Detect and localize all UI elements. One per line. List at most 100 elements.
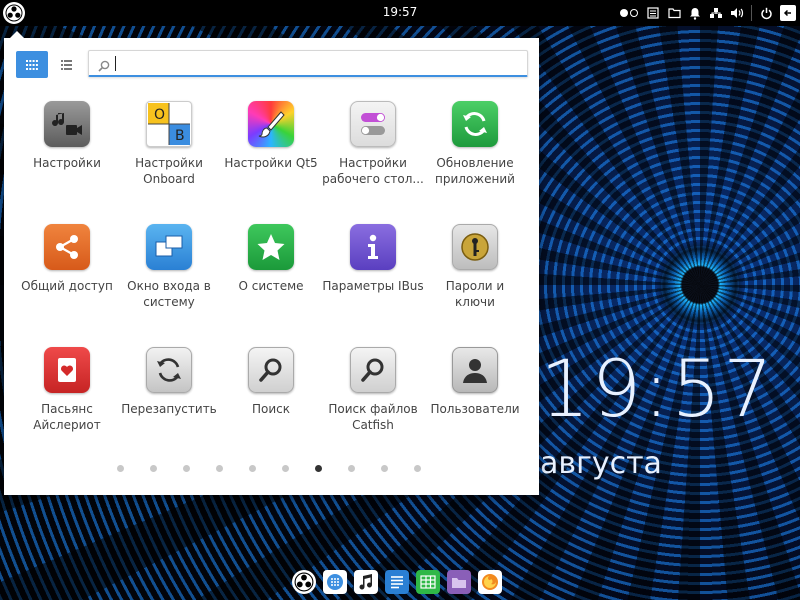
catfish-search-icon xyxy=(350,347,396,393)
update-arrows-icon xyxy=(452,101,498,147)
list-view-button[interactable] xyxy=(54,51,78,78)
search-icon xyxy=(98,57,110,76)
dock-firefox[interactable] xyxy=(478,570,502,594)
app-label: Поиск файлов Catfish xyxy=(328,402,418,432)
page-indicator xyxy=(117,465,421,472)
page-dot[interactable] xyxy=(150,465,157,472)
app-tile-aisleriot[interactable]: Пасьянс Айслериот xyxy=(16,347,118,457)
page-dot[interactable] xyxy=(216,465,223,472)
share-icon xyxy=(44,224,90,270)
app-tile-restart[interactable]: Перезапустить xyxy=(118,347,220,457)
keyring-icon xyxy=(452,224,498,270)
power-icon[interactable] xyxy=(759,6,773,20)
notification-bell-icon[interactable] xyxy=(688,6,702,20)
star-icon xyxy=(248,224,294,270)
system-tray xyxy=(619,3,796,23)
restart-icon xyxy=(146,347,192,393)
search-input[interactable] xyxy=(115,54,515,73)
network-icon[interactable] xyxy=(709,6,723,20)
app-tile-settings[interactable]: Настройки xyxy=(16,101,118,211)
firefox-icon xyxy=(482,574,498,590)
folder-icon[interactable] xyxy=(667,6,681,20)
app-tile-about-system[interactable]: О системе xyxy=(220,224,322,334)
start-menu-icon xyxy=(5,4,23,22)
page-dot[interactable] xyxy=(381,465,388,472)
start-menu-button[interactable] xyxy=(3,2,25,24)
desktop-clock: 19:57 xyxy=(540,345,775,435)
dock xyxy=(292,570,502,596)
show-desktop-icon[interactable] xyxy=(780,5,796,21)
svg-text:B: B xyxy=(175,128,185,144)
spreadsheet-icon xyxy=(420,575,436,589)
onboard-keyboard-icon: OB xyxy=(146,101,192,147)
music-icon xyxy=(359,574,372,590)
card-heart-icon xyxy=(44,347,90,393)
dock-text-editor[interactable] xyxy=(385,570,409,594)
dock-start-menu[interactable] xyxy=(292,570,316,594)
app-tile-catfish[interactable]: Поиск файлов Catfish xyxy=(322,347,424,457)
app-label: О системе xyxy=(238,279,304,293)
dock-music[interactable] xyxy=(354,570,378,594)
panel-clock[interactable]: 19:57 xyxy=(380,5,420,19)
app-tile-users[interactable]: Пользователи xyxy=(424,347,526,457)
top-panel: 19:57 xyxy=(0,0,800,26)
layout-dot-active xyxy=(620,9,628,17)
desktop-toggles-icon xyxy=(350,101,396,147)
app-tile-login-window[interactable]: Окно входа в систему xyxy=(118,224,220,334)
page-dot[interactable] xyxy=(282,465,289,472)
magnifier-icon xyxy=(248,347,294,393)
login-window-icon xyxy=(146,224,192,270)
grid-view-icon xyxy=(26,59,38,70)
app-label: Настройки Qt5 xyxy=(224,156,318,170)
svg-text:O: O xyxy=(154,107,165,123)
app-tile-passwords-keys[interactable]: Пароли и ключи xyxy=(424,224,526,334)
application-menu: Настройки OB Настройки Onboard Настройки… xyxy=(4,31,539,495)
app-tile-ibus-settings[interactable]: Параметры IBus xyxy=(322,224,424,334)
file-manager-icon xyxy=(452,578,466,588)
page-dot[interactable] xyxy=(414,465,421,472)
app-tile-search[interactable]: Поиск xyxy=(220,347,322,457)
grid-view-button[interactable] xyxy=(16,51,48,78)
app-label: Общий доступ xyxy=(21,279,113,293)
tray-separator xyxy=(751,5,752,21)
app-label: Окно входа в систему xyxy=(127,279,211,309)
list-view-icon xyxy=(60,59,72,70)
app-tile-onboard-settings[interactable]: OB Настройки Onboard xyxy=(118,101,220,211)
app-label: Настройки xyxy=(33,156,101,170)
text-editor-icon xyxy=(391,576,403,589)
app-label: Обновление приложений xyxy=(435,156,515,186)
app-tile-desktop-settings[interactable]: Настройки рабочего стол... xyxy=(322,101,424,211)
app-label: Пароли и ключи xyxy=(445,279,505,309)
layout-dot-inactive xyxy=(630,9,638,17)
app-tile-qt5-settings[interactable]: Настройки Qt5 xyxy=(220,101,322,211)
dock-file-manager[interactable] xyxy=(447,570,471,594)
app-label: Перезапустить xyxy=(121,402,217,416)
dock-browser[interactable] xyxy=(323,570,347,594)
page-dot[interactable] xyxy=(348,465,355,472)
page-dot[interactable] xyxy=(117,465,124,472)
app-label: Параметры IBus xyxy=(322,279,424,293)
qt5-brush-icon xyxy=(248,101,294,147)
desktop-date: августа xyxy=(540,446,662,481)
volume-icon[interactable] xyxy=(730,6,744,20)
app-label: Настройки Onboard xyxy=(135,156,203,186)
search-box[interactable] xyxy=(88,50,528,77)
app-label: Поиск xyxy=(251,402,290,416)
page-dot[interactable] xyxy=(183,465,190,472)
dock-spreadsheet[interactable] xyxy=(416,570,440,594)
settings-media-icon xyxy=(44,101,90,147)
start-menu-icon xyxy=(294,572,314,592)
app-tile-update-apps[interactable]: Обновление приложений xyxy=(424,101,526,211)
app-label: Пользователи xyxy=(430,402,520,416)
info-icon xyxy=(350,224,396,270)
app-label: Настройки рабочего стол... xyxy=(322,156,424,186)
page-dot[interactable] xyxy=(249,465,256,472)
user-avatar-icon xyxy=(452,347,498,393)
app-tile-sharing[interactable]: Общий доступ xyxy=(16,224,118,334)
notes-icon[interactable] xyxy=(646,6,660,20)
text-cursor xyxy=(115,56,116,71)
keyboard-layout-indicator[interactable] xyxy=(619,6,639,20)
page-dot-current[interactable] xyxy=(315,465,322,472)
browser-icon xyxy=(327,574,343,590)
app-label: Пасьянс Айслериот xyxy=(33,402,101,432)
